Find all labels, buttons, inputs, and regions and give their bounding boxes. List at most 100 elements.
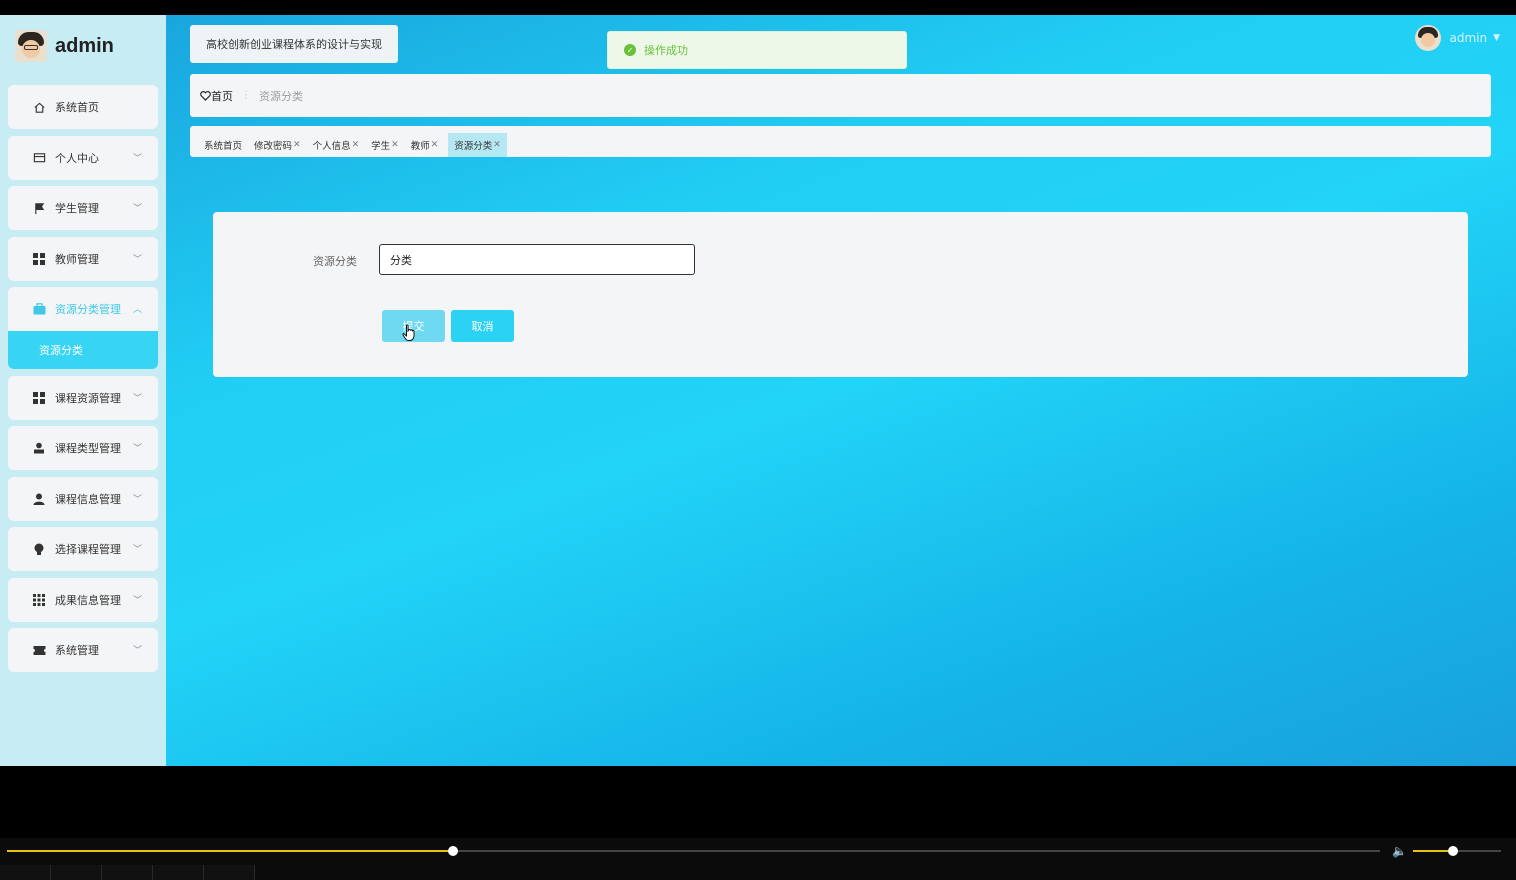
sidebar-item-system[interactable]: 系统管理 ﹀ (8, 628, 158, 672)
toast-message: 操作成功 (644, 44, 688, 57)
user-menu[interactable]: admin ▼ (1415, 25, 1500, 51)
player-control-slot[interactable] (153, 865, 204, 880)
hand-cursor-icon (402, 324, 415, 341)
player-control-slot[interactable] (0, 865, 51, 880)
heart-icon (200, 90, 211, 101)
tag-personal-info[interactable]: 个人信息 ✕ (311, 133, 362, 157)
person-icon (32, 492, 46, 506)
seek-handle[interactable] (448, 846, 459, 856)
briefcase-icon (32, 302, 46, 316)
flag-icon (32, 201, 46, 215)
breadcrumb-home[interactable]: 首页 (200, 88, 233, 104)
category-field-label: 资源分类 (313, 255, 357, 268)
video-player-controls: 🔈 (0, 838, 1516, 880)
close-icon[interactable]: ✕ (391, 140, 399, 150)
sidebar-item-label: 系统管理 (55, 644, 99, 657)
sidebar-item-teachers[interactable]: 教师管理 ﹀ (8, 236, 158, 281)
sidebar-item-course-info[interactable]: 课程信息管理 ﹀ (8, 476, 158, 521)
sidebar-item-label: 教师管理 (55, 252, 99, 266)
chevron-down-icon: ﹀ (132, 595, 142, 606)
category-form: 资源分类 提交 取消 (213, 212, 1468, 377)
brand: admin (15, 29, 114, 63)
chevron-down-icon: ﹀ (132, 204, 142, 214)
chevron-down-icon: ﹀ (132, 153, 142, 164)
grid-icon (32, 252, 46, 266)
sidebar: admin 系统首页 个人中心 ﹀ 学生管理 ﹀ 教师管理 ﹀ 资源分类管理 ︿… (0, 15, 166, 766)
sidebar-item-label: 课程类型管理 (55, 442, 121, 455)
sidebar-item-label: 选择课程管理 (55, 543, 121, 556)
chevron-down-icon: ﹀ (132, 254, 142, 265)
seek-progress (7, 850, 454, 852)
category-input[interactable] (379, 244, 695, 275)
brand-avatar (15, 30, 47, 62)
breadcrumb: 首页 ⋮ 资源分类 (190, 74, 1491, 117)
chevron-down-icon: ﹀ (132, 494, 142, 505)
sidebar-item-label: 课程信息管理 (55, 492, 121, 506)
close-icon[interactable]: ✕ (352, 140, 360, 150)
close-icon[interactable]: ✕ (493, 140, 501, 150)
chevron-down-icon: ﹀ (132, 646, 142, 656)
seek-bar[interactable] (7, 846, 1380, 856)
tag-label: 系统首页 (204, 141, 243, 152)
app-title: 高校创新创业课程体系的设计与实现 (190, 25, 398, 63)
volume-slider[interactable] (1413, 846, 1501, 856)
check-circle-icon: ✓ (624, 44, 636, 56)
grid-icon (32, 391, 46, 405)
tags-view: 系统首页 修改密码 ✕ 个人信息 ✕ 学生 ✕ 教师 ✕ 资源分类 ✕ (190, 126, 1491, 157)
sidebar-item-course-types[interactable]: 课程类型管理 ﹀ (8, 426, 158, 470)
sidebar-item-label: 资源分类管理 (55, 303, 121, 316)
sidebar-item-label: 个人中心 (55, 151, 99, 165)
tag-student[interactable]: 学生 ✕ (369, 133, 401, 157)
sidebar-item-students[interactable]: 学生管理 ﹀ (8, 186, 158, 230)
apps-icon (32, 593, 46, 607)
close-icon[interactable]: ✕ (431, 140, 439, 150)
sidebar-item-label: 成果信息管理 (55, 593, 121, 607)
app-window: admin 系统首页 个人中心 ﹀ 学生管理 ﹀ 教师管理 ﹀ 资源分类管理 ︿… (0, 15, 1516, 766)
breadcrumb-home-label: 首页 (211, 89, 233, 103)
breadcrumb-separator: ⋮ (241, 90, 251, 101)
sidebar-item-resource-category-mgmt[interactable]: 资源分类管理 ︿ (8, 287, 158, 331)
tag-label: 学生 (371, 141, 391, 152)
avatar (1415, 25, 1442, 51)
player-button-row (0, 865, 1516, 880)
chevron-up-icon: ︿ (132, 305, 142, 315)
brand-name: admin (55, 34, 114, 57)
tag-teacher[interactable]: 教师 ✕ (409, 133, 441, 157)
player-control-slot[interactable] (51, 865, 102, 880)
success-toast: ✓ 操作成功 (607, 31, 907, 69)
tag-label: 个人信息 (312, 141, 351, 152)
chevron-down-icon: ﹀ (132, 393, 142, 404)
close-icon[interactable]: ✕ (293, 140, 301, 150)
tag-home[interactable]: 系统首页 (202, 133, 244, 157)
sidebar-item-course-selection[interactable]: 选择课程管理 ﹀ (8, 527, 158, 571)
volume-level (1413, 850, 1453, 852)
card-icon (32, 151, 46, 165)
tag-label: 教师 (410, 141, 430, 152)
player-control-slot[interactable] (102, 865, 153, 880)
main-content: 高校创新创业课程体系的设计与实现 ✓ 操作成功 admin ▼ 首页 ⋮ 资源分… (166, 15, 1516, 766)
home-icon (32, 100, 46, 114)
cancel-button[interactable]: 取消 (451, 310, 514, 342)
sidebar-item-label: 系统首页 (55, 101, 99, 114)
sidebar-item-home[interactable]: 系统首页 (8, 85, 158, 129)
sidebar-item-profile[interactable]: 个人中心 ﹀ (8, 135, 158, 180)
sidebar-item-label: 学生管理 (55, 202, 99, 215)
bulb-icon (32, 542, 46, 556)
volume-icon[interactable]: 🔈 (1392, 844, 1407, 858)
sidebar-item-course-resources[interactable]: 课程资源管理 ﹀ (8, 375, 158, 420)
tag-label: 修改密码 (254, 141, 293, 152)
tag-resource-category[interactable]: 资源分类 ✕ (448, 133, 507, 157)
breadcrumb-current: 资源分类 (259, 89, 303, 103)
sidebar-subitem-resource-category[interactable]: 资源分类 (8, 331, 158, 369)
sidebar-item-label: 课程资源管理 (55, 391, 121, 405)
sidebar-menu: 系统首页 个人中心 ﹀ 学生管理 ﹀ 教师管理 ﹀ 资源分类管理 ︿ 资源分类 … (8, 85, 158, 679)
user-icon (32, 441, 46, 455)
ticket-icon (32, 643, 46, 657)
tag-change-password[interactable]: 修改密码 ✕ (252, 133, 303, 157)
sidebar-item-achievements[interactable]: 成果信息管理 ﹀ (8, 577, 158, 622)
sidebar-group-resource-category: 资源分类管理 ︿ 资源分类 (8, 287, 158, 369)
caret-down-icon: ▼ (1493, 33, 1500, 43)
player-control-slot[interactable] (204, 865, 255, 880)
user-name: admin (1449, 31, 1488, 45)
volume-handle[interactable] (1447, 846, 1458, 856)
